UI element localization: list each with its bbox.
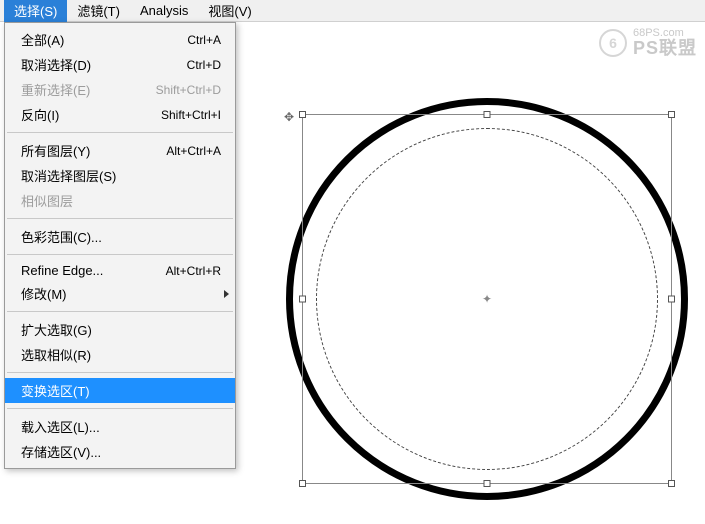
separator xyxy=(7,311,233,312)
separator xyxy=(7,132,233,133)
watermark: 6 68PS.com PS联盟 xyxy=(599,28,697,57)
menuitem-shortcut: Ctrl+A xyxy=(187,33,221,47)
menuitem-grow[interactable]: 扩大选取(G) xyxy=(5,317,235,342)
menuitem-load-selection[interactable]: 载入选区(L)... xyxy=(5,414,235,439)
menuitem-similar-layers: 相似图层 xyxy=(5,188,235,213)
transform-handle-mid-right[interactable] xyxy=(668,296,675,303)
menuitem-label: 色彩范围(C)... xyxy=(21,227,102,246)
select-dropdown: 全部(A) Ctrl+A 取消选择(D) Ctrl+D 重新选择(E) Shif… xyxy=(4,22,236,469)
menuitem-reselect: 重新选择(E) Shift+Ctrl+D xyxy=(5,77,235,102)
menuitem-color-range[interactable]: 色彩范围(C)... xyxy=(5,224,235,249)
menuitem-label: 变换选区(T) xyxy=(21,381,90,400)
menu-select[interactable]: 选择(S) xyxy=(4,0,67,22)
menu-analysis[interactable]: Analysis xyxy=(130,1,198,20)
menuitem-modify[interactable]: 修改(M) xyxy=(5,281,235,306)
menuitem-save-selection[interactable]: 存储选区(V)... xyxy=(5,439,235,464)
menu-view[interactable]: 视图(V) xyxy=(198,0,261,22)
separator xyxy=(7,372,233,373)
menuitem-label: Refine Edge... xyxy=(21,263,103,278)
menuitem-label: 选取相似(R) xyxy=(21,345,91,364)
menuitem-label: 全部(A) xyxy=(21,30,64,49)
menuitem-label: 扩大选取(G) xyxy=(21,320,92,339)
separator xyxy=(7,218,233,219)
canvas[interactable]: ✥ 6 68PS.com PS联盟 ✦ xyxy=(236,22,705,524)
menuitem-shortcut: Shift+Ctrl+D xyxy=(156,83,221,97)
menuitem-label: 取消选择(D) xyxy=(21,55,91,74)
menuitem-all[interactable]: 全部(A) Ctrl+A xyxy=(5,27,235,52)
menuitem-label: 重新选择(E) xyxy=(21,80,90,99)
menuitem-shortcut: Shift+Ctrl+I xyxy=(161,108,221,122)
move-cursor-icon: ✥ xyxy=(284,110,294,124)
transform-handle-mid-left[interactable] xyxy=(299,296,306,303)
transform-anchor-icon[interactable]: ✦ xyxy=(482,292,492,306)
transform-handle-top-mid[interactable] xyxy=(484,111,491,118)
menuitem-deselect[interactable]: 取消选择(D) Ctrl+D xyxy=(5,52,235,77)
transform-handle-bottom-left[interactable] xyxy=(299,480,306,487)
watermark-logo-icon: 6 xyxy=(599,29,627,57)
menuitem-label: 载入选区(L)... xyxy=(21,417,100,436)
menuitem-label: 取消选择图层(S) xyxy=(21,166,116,185)
menuitem-similar[interactable]: 选取相似(R) xyxy=(5,342,235,367)
transform-handle-top-right[interactable] xyxy=(668,111,675,118)
menuitem-transform-selection[interactable]: 变换选区(T) xyxy=(5,378,235,403)
menuitem-shortcut: Alt+Ctrl+R xyxy=(166,264,221,278)
menuitem-label: 修改(M) xyxy=(21,284,67,303)
transform-handle-top-left[interactable] xyxy=(299,111,306,118)
menuitem-label: 所有图层(Y) xyxy=(21,141,90,160)
menuitem-shortcut: Alt+Ctrl+A xyxy=(166,144,221,158)
separator xyxy=(7,254,233,255)
menuitem-refine-edge[interactable]: Refine Edge... Alt+Ctrl+R xyxy=(5,260,235,281)
menuitem-all-layers[interactable]: 所有图层(Y) Alt+Ctrl+A xyxy=(5,138,235,163)
transform-bounding-box[interactable]: ✦ xyxy=(302,114,672,484)
menuitem-label: 反向(I) xyxy=(21,105,59,124)
watermark-text: 68PS.com PS联盟 xyxy=(633,28,697,57)
menu-filter[interactable]: 滤镜(T) xyxy=(67,0,130,22)
menuitem-label: 存储选区(V)... xyxy=(21,442,101,461)
transform-handle-bottom-mid[interactable] xyxy=(484,480,491,487)
menuitem-deselect-layers[interactable]: 取消选择图层(S) xyxy=(5,163,235,188)
menubar: 选择(S) 滤镜(T) Analysis 视图(V) xyxy=(0,0,705,22)
separator xyxy=(7,408,233,409)
menuitem-label: 相似图层 xyxy=(21,191,73,210)
watermark-brand: PS联盟 xyxy=(633,39,697,57)
submenu-arrow-icon xyxy=(224,290,229,298)
menuitem-inverse[interactable]: 反向(I) Shift+Ctrl+I xyxy=(5,102,235,127)
transform-handle-bottom-right[interactable] xyxy=(668,480,675,487)
menuitem-shortcut: Ctrl+D xyxy=(187,58,221,72)
